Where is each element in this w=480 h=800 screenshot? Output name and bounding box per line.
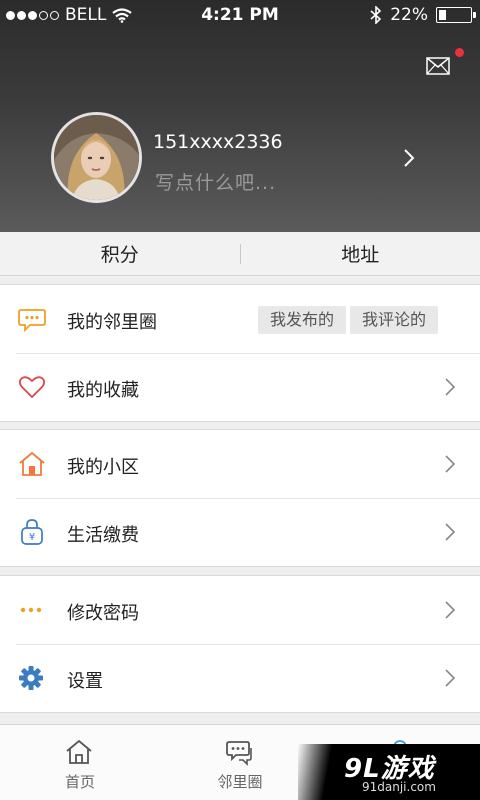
chevron-right-icon [445, 523, 456, 541]
chevron-right-icon [445, 378, 456, 396]
username[interactable]: 151xxxx2336 [153, 131, 283, 153]
my-posts-chip[interactable]: 我发布的 [258, 306, 347, 334]
menu-item-bill-payment[interactable]: ¥ 生活缴费 [0, 498, 480, 566]
chat-bubble-icon [18, 309, 46, 332]
home-icon [66, 739, 92, 764]
avatar[interactable] [51, 112, 142, 203]
tab-home[interactable]: 首页 [0, 725, 160, 800]
menu-label: 我的邻里圈 [67, 312, 157, 333]
battery-percent: 22% [390, 5, 428, 25]
watermark-url: 91danji.com [362, 780, 436, 794]
tab-label: 邻里圈 [217, 773, 263, 791]
payment-bag-icon: ¥ [21, 519, 43, 545]
profile-header: BELL 4:21 PM 22% 151xxxx2336 写点什么吧... [0, 0, 480, 232]
signature[interactable]: 写点什么吧... [155, 168, 276, 195]
house-icon [19, 451, 45, 476]
menu-label: 修改密码 [67, 603, 139, 624]
points-tab[interactable]: 积分 [0, 240, 240, 267]
chevron-right-icon [445, 669, 456, 687]
chevron-right-icon [445, 455, 456, 473]
chevron-right-icon[interactable] [402, 146, 416, 170]
menu-item-change-password[interactable]: 修改密码 [0, 576, 480, 644]
heart-icon [18, 376, 46, 399]
tab-neighborhood[interactable]: 邻里圈 [160, 725, 320, 800]
menu-item-my-community[interactable]: 我的小区 [0, 430, 480, 498]
my-comments-chip[interactable]: 我评论的 [350, 306, 439, 334]
battery-fill [439, 10, 446, 20]
stats-bar: 积分 地址 [0, 232, 480, 276]
tab-label: 首页 [64, 773, 95, 791]
menu-label: 生活缴费 [67, 525, 139, 546]
menu-item-settings[interactable]: 设置 [0, 644, 480, 712]
chevron-right-icon [445, 601, 456, 619]
more-dots-icon [20, 607, 42, 613]
menu-group-account: 修改密码 设置 [0, 575, 480, 713]
address-tab[interactable]: 地址 [241, 240, 480, 267]
menu-group-social: 我的邻里圈 我发布的 我评论的 我的收藏 [0, 284, 480, 422]
chat-icon [226, 741, 252, 766]
menu-group-community: 我的小区 ¥ 生活缴费 [0, 429, 480, 567]
status-bar: BELL 4:21 PM 22% [0, 0, 480, 32]
unread-badge [455, 48, 464, 57]
menu-label: 我的小区 [67, 457, 139, 478]
mail-icon[interactable] [426, 56, 450, 76]
svg-text:¥: ¥ [29, 532, 35, 543]
menu-item-favorites[interactable]: 我的收藏 [0, 353, 480, 421]
battery-icon [436, 7, 476, 23]
status-right: 22% [370, 5, 476, 25]
gear-icon [19, 666, 43, 690]
bluetooth-icon [370, 6, 382, 24]
watermark-logo: 9L游戏 91danji.com [298, 744, 480, 800]
menu-item-neighborhood-circle[interactable]: 我的邻里圈 我发布的 我评论的 [0, 285, 480, 353]
menu-label: 我的收藏 [67, 380, 139, 401]
menu-label: 设置 [67, 671, 103, 692]
avatar-image [54, 115, 139, 200]
